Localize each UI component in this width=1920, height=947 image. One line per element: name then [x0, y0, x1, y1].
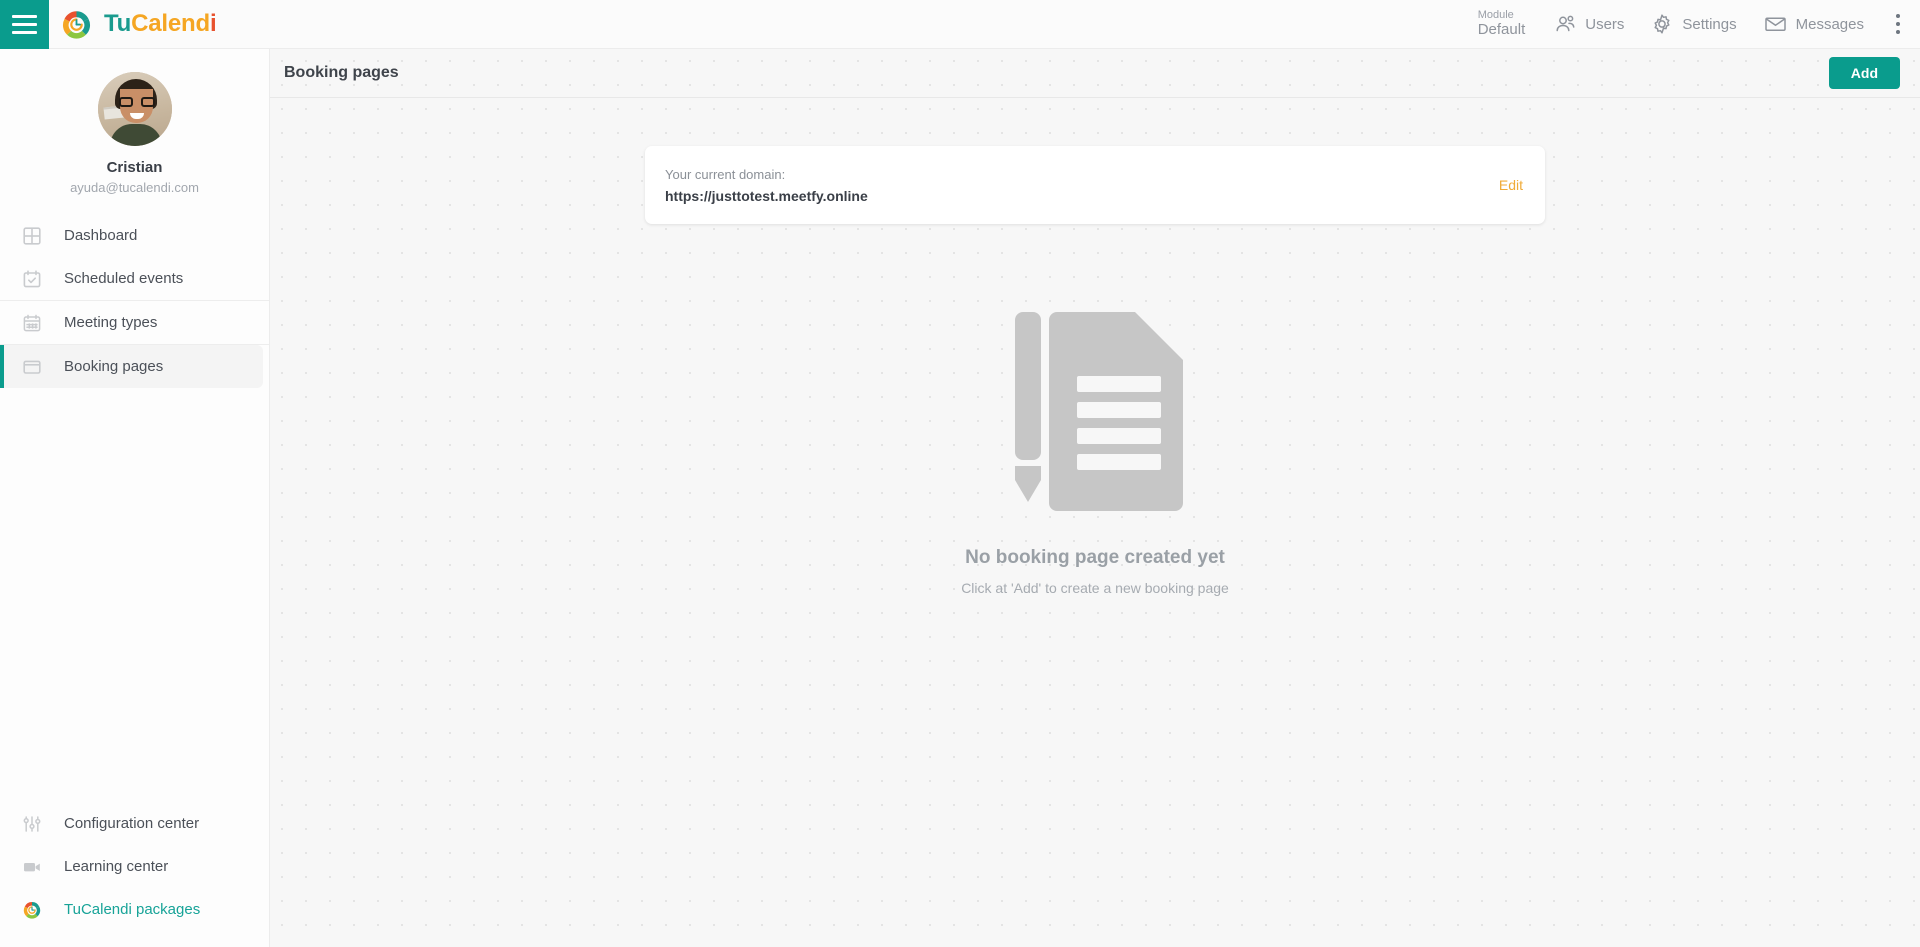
dashboard-grid-icon — [23, 226, 41, 245]
sidebar-item-configuration-center[interactable]: Configuration center — [0, 802, 269, 845]
nav-users[interactable]: Users — [1553, 12, 1624, 36]
kebab-dot — [1896, 30, 1900, 34]
brand-title-part2: Calend — [131, 10, 210, 37]
brand-title: TuCalendi — [104, 10, 217, 38]
sidebar-item-tucalendi-packages[interactable]: TuCalendi packages — [0, 888, 269, 931]
top-bar: TuCalendi Module Default Users Settings — [0, 0, 1920, 49]
sidebar-group: Dashboard Scheduled events — [0, 214, 269, 301]
profile-email: ayuda@tucalendi.com — [70, 180, 199, 195]
current-domain-card: Your current domain: https://justtotest.… — [645, 146, 1545, 224]
gear-icon — [1654, 14, 1670, 34]
sidebar-group: Booking pages — [0, 345, 269, 388]
sidebar-item-scheduled-events[interactable]: Scheduled events — [0, 257, 269, 300]
module-value: Default — [1477, 20, 1526, 38]
kebab-dot — [1896, 14, 1900, 18]
sidebar-nav: Dashboard Scheduled events Meeting types… — [0, 212, 269, 388]
brand-title-part3: i — [209, 10, 217, 37]
sidebar-item-dashboard[interactable]: Dashboard — [0, 214, 269, 257]
sidebar-item-label: Configuration center — [64, 815, 200, 832]
tucalendi-logo-icon — [23, 901, 41, 919]
nav-settings[interactable]: Settings — [1650, 12, 1737, 36]
nav-messages[interactable]: Messages — [1763, 12, 1864, 36]
module-selector[interactable]: Module Default — [1478, 9, 1528, 38]
sidebar-item-label: Meeting types — [64, 314, 158, 331]
hamburger-menu-button[interactable] — [0, 0, 49, 49]
module-label: Module — [1477, 9, 1514, 22]
sidebar-item-label: Scheduled events — [64, 270, 184, 287]
users-icon — [1556, 15, 1575, 32]
domain-label: Your current domain: — [665, 166, 786, 182]
kebab-menu-icon[interactable] — [1890, 10, 1906, 38]
empty-state: No booking page created yet Click at 'Ad… — [270, 304, 1920, 596]
sidebar-item-label: TuCalendi packages — [64, 901, 201, 918]
hamburger-icon-line — [12, 14, 37, 18]
nav-messages-label: Messages — [1795, 15, 1864, 33]
brand-logo-link[interactable]: TuCalendi — [60, 8, 217, 41]
empty-state-title: No booking page created yet — [965, 547, 1225, 568]
sidebar-bottom-nav: Configuration center Learning center TuC… — [0, 802, 269, 947]
sidebar: Cristian ayuda@tucalendi.com Dashboard S… — [0, 49, 270, 947]
sidebar-item-label: Booking pages — [64, 358, 164, 375]
brand-title-part1: Tu — [104, 10, 132, 37]
hamburger-icon-line — [12, 22, 37, 26]
browser-window-icon — [23, 360, 41, 374]
calendar-grid-icon — [23, 314, 41, 331]
tucalendi-logo-icon — [62, 10, 91, 39]
kebab-dot — [1896, 22, 1900, 26]
nav-settings-label: Settings — [1682, 15, 1737, 33]
avatar — [97, 72, 172, 146]
sidebar-item-meeting-types[interactable]: Meeting types — [0, 301, 269, 344]
top-navigation: Module Default Users Settings Messages — [1478, 0, 1920, 49]
sidebar-item-label: Dashboard — [64, 227, 138, 244]
edit-domain-link[interactable]: Edit — [1499, 177, 1523, 193]
add-button[interactable]: Add — [1828, 57, 1900, 89]
sliders-icon — [23, 815, 41, 832]
empty-state-subtitle: Click at 'Add' to create a new booking p… — [961, 580, 1229, 596]
nav-users-label: Users — [1585, 15, 1625, 33]
page-title: Booking pages — [284, 64, 399, 81]
envelope-icon — [1764, 17, 1786, 31]
profile-name: Cristian — [106, 159, 163, 176]
sidebar-item-booking-pages[interactable]: Booking pages — [0, 345, 263, 388]
calendar-check-icon — [23, 269, 41, 287]
main-content: Booking pages Add Your current domain: h… — [270, 49, 1920, 947]
sidebar-item-label: Learning center — [64, 858, 169, 875]
document-pencil-icon — [1015, 312, 1183, 511]
sidebar-profile[interactable]: Cristian ayuda@tucalendi.com — [0, 49, 269, 212]
sidebar-item-learning-center[interactable]: Learning center — [0, 845, 269, 888]
domain-url: https://justtotest.meetfy.online — [665, 187, 868, 204]
page-header: Booking pages Add — [270, 49, 1920, 98]
video-camera-icon — [24, 862, 40, 871]
hamburger-icon-line — [12, 30, 37, 34]
sidebar-group: Meeting types — [0, 301, 269, 345]
